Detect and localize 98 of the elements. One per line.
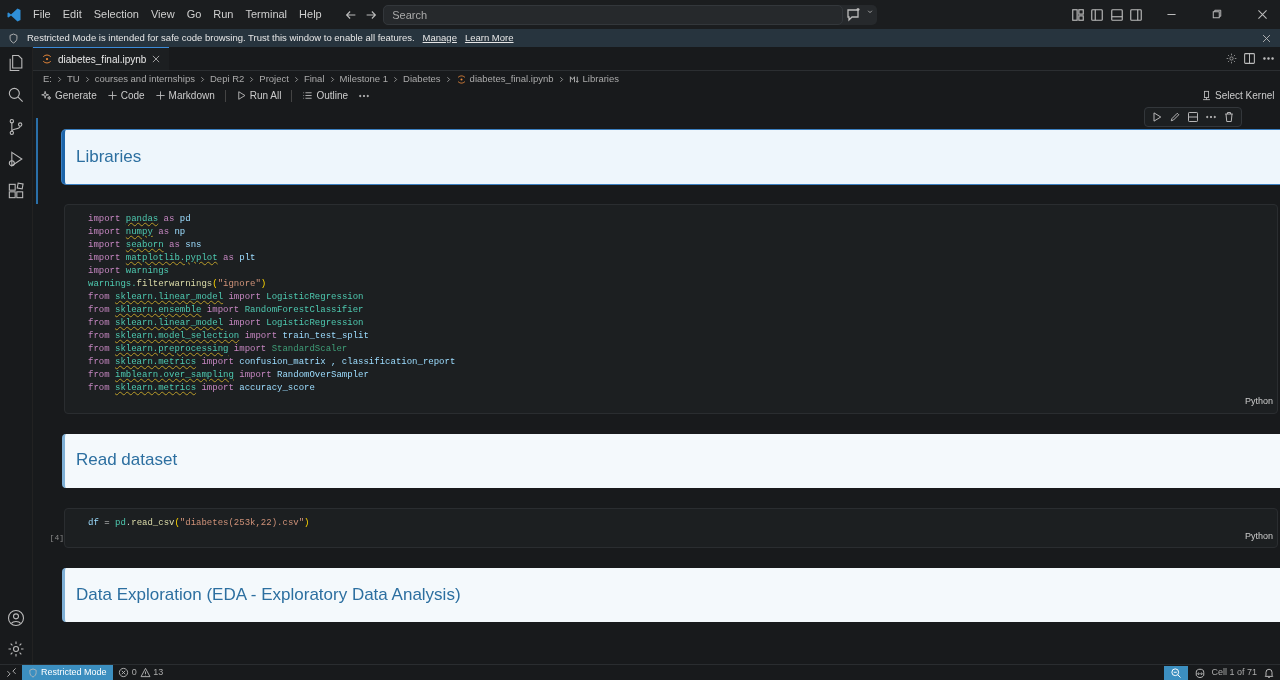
- sidebar-toggle-icon[interactable]: [1090, 7, 1104, 22]
- menu-item[interactable]: Help: [293, 4, 328, 25]
- toolbar-button[interactable]: Code: [106, 88, 145, 103]
- menu-item[interactable]: Edit: [56, 4, 88, 25]
- code-cell[interactable]: df = pd.read_csv("diabetes(253k,22).csv") Python: [64, 507, 1278, 548]
- breadcrumb-item[interactable]: E:: [43, 71, 52, 87]
- close-icon[interactable]: [1256, 8, 1269, 21]
- code-line: import seaborn as sns: [88, 239, 202, 252]
- toolbar-button[interactable]: Generate: [41, 88, 97, 103]
- kernel-icon: [1201, 90, 1212, 101]
- plus-icon: [154, 90, 166, 101]
- menu-item[interactable]: View: [144, 4, 181, 25]
- warning-icon[interactable]: [139, 667, 151, 678]
- code-line: df = pd.read_csv("diabetes(253k,22).csv"): [88, 516, 310, 530]
- chevron-icon: [247, 74, 257, 84]
- sparkle-icon: [41, 90, 52, 101]
- breadcrumb-item[interactable]: Libraries: [582, 71, 619, 87]
- editor-tab[interactable]: diabetes_final.ipynb: [33, 47, 170, 70]
- chat-icon[interactable]: [845, 6, 862, 23]
- account-icon[interactable]: [6, 607, 26, 628]
- code-line: warnings.filterwarnings("ignore"): [88, 278, 267, 291]
- layout-icon[interactable]: [1070, 7, 1085, 22]
- code-line: from sklearn.metrics import accuracy_score: [88, 382, 315, 395]
- chevron-icon: [198, 74, 207, 84]
- markdown-icon: [568, 73, 580, 85]
- execution-count: [4]: [49, 532, 64, 544]
- breadcrumb-item[interactable]: TU: [67, 71, 80, 87]
- menu-item[interactable]: Selection: [87, 4, 145, 25]
- run-icon: [235, 90, 247, 101]
- breadcrumb-item[interactable]: Diabetes: [403, 71, 441, 87]
- breadcrumb-item[interactable]: courses and internships: [94, 71, 195, 87]
- warning-count[interactable]: 13: [153, 665, 164, 680]
- kernel-button[interactable]: Select Kernel: [1201, 88, 1275, 103]
- shield-icon: [28, 667, 38, 678]
- markdown-cell[interactable]: Libraries: [62, 130, 1280, 184]
- code-line: import matplotlib.pyplot as plt: [88, 252, 256, 265]
- zoom-icon[interactable]: [1170, 666, 1183, 679]
- breadcrumb-item[interactable]: Final: [303, 71, 325, 87]
- menu-item[interactable]: Go: [180, 4, 208, 25]
- remote-icon[interactable]: [5, 666, 17, 678]
- breadcrumb-item[interactable]: Depi R2: [210, 71, 245, 87]
- search-field[interactable]: Search: [383, 4, 844, 25]
- code-line: from sklearn.linear_model import LogisticRegression: [88, 291, 364, 304]
- close-icon[interactable]: [1261, 32, 1272, 44]
- notifications-icon[interactable]: [1262, 666, 1275, 679]
- language-label[interactable]: Python: [1244, 395, 1273, 409]
- delete-icon[interactable]: [1223, 111, 1235, 123]
- code-line: from sklearn.model_selection import train_test_split: [88, 330, 369, 343]
- close-icon[interactable]: [151, 54, 162, 64]
- code-line: from imblearn.over_sampling import RandomOverSampler: [88, 369, 369, 382]
- code-line: import numpy as np: [88, 226, 186, 239]
- banner-link[interactable]: Learn More: [464, 30, 514, 46]
- toolbar-button[interactable]: Markdown: [154, 88, 215, 103]
- list-icon: [302, 90, 314, 101]
- language-label[interactable]: Python: [1244, 529, 1273, 543]
- error-icon[interactable]: [118, 667, 130, 678]
- menu-item[interactable]: File: [27, 4, 57, 25]
- cell-heading: Libraries: [76, 146, 142, 168]
- breadcrumb-item[interactable]: Milestone 1: [339, 71, 389, 87]
- code-line: import warnings: [88, 265, 170, 278]
- breadcrumb-item[interactable]: diabetes_final.ipynb: [469, 71, 554, 87]
- banner-message: Restricted Mode is intended for safe code browsing. Trust this window to enable all features.: [27, 30, 415, 45]
- code-line: from sklearn.metrics import confusion_matrix , classification_report: [88, 356, 456, 369]
- code-line: from sklearn.preprocessing import StandardScaler: [88, 343, 348, 356]
- notebook-icon: [455, 73, 467, 85]
- code-line: from sklearn.linear_model import LogisticRegression: [88, 317, 364, 330]
- split-editor-icon[interactable]: [1243, 52, 1256, 65]
- breadcrumb-item[interactable]: Project: [259, 71, 289, 87]
- secondary-sidebar-icon[interactable]: [1129, 7, 1143, 22]
- app-logo: [5, 7, 22, 24]
- notebook-icon: [41, 53, 53, 65]
- run-cell-icon[interactable]: [1151, 111, 1163, 123]
- toolbar-button[interactable]: Outline: [302, 88, 349, 103]
- code-line: import pandas as pd: [88, 213, 191, 226]
- menu-item[interactable]: Terminal: [239, 4, 294, 25]
- menu-item[interactable]: Run: [207, 4, 240, 25]
- code-line: from sklearn.ensemble import RandomForestClassifier: [88, 304, 364, 317]
- error-count[interactable]: 0: [131, 665, 137, 680]
- shield-icon: [8, 32, 19, 44]
- search-icon[interactable]: [6, 85, 26, 105]
- restore-icon[interactable]: [1211, 8, 1223, 20]
- banner-link[interactable]: Manage: [422, 30, 457, 46]
- extensions-icon[interactable]: [6, 181, 26, 201]
- cell-heading: Data Exploration (EDA - Exploratory Data Analysis): [76, 584, 461, 606]
- cell-heading: Read dataset: [76, 450, 178, 471]
- toolbar-button[interactable]: Run All: [235, 88, 282, 103]
- settings-icon[interactable]: [1224, 52, 1238, 65]
- chevron-icon: [55, 74, 64, 84]
- markdown-cell[interactable]: Data Exploration (EDA - Exploratory Data Analysis): [62, 568, 1280, 622]
- panel-toggle-icon[interactable]: [1109, 7, 1124, 22]
- split-cell-icon[interactable]: [1187, 111, 1199, 123]
- markdown-cell[interactable]: Read dataset: [62, 433, 1280, 488]
- plus-icon: [106, 90, 118, 101]
- chevron-icon: [391, 74, 401, 84]
- code-cell[interactable]: [64, 204, 1278, 414]
- edit-icon[interactable]: [1169, 111, 1181, 123]
- restricted-mode-button[interactable]: Restricted Mode: [22, 664, 113, 680]
- cell-indicator[interactable]: Cell 1 of 71: [1211, 665, 1257, 680]
